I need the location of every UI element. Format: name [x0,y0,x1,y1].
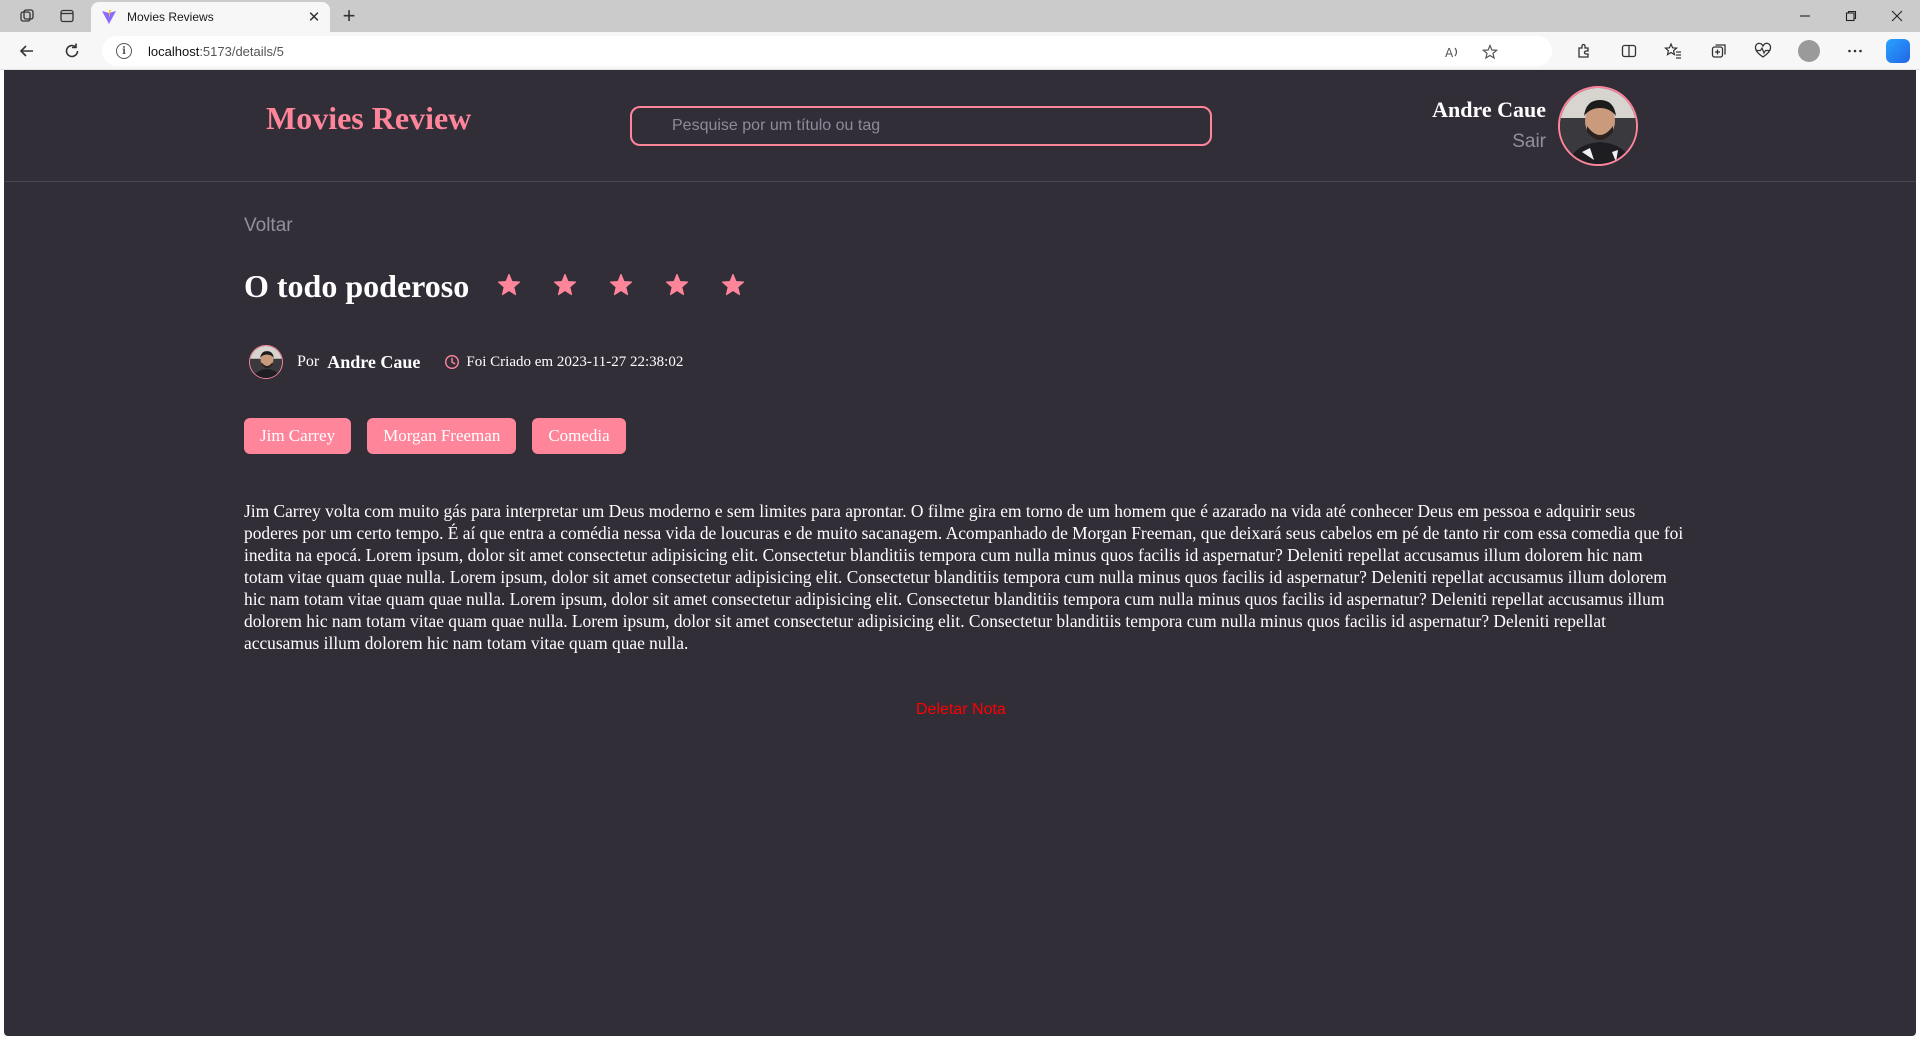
tag: Morgan Freeman [367,418,517,454]
workspaces-icon[interactable] [14,4,40,28]
star-icon [609,273,633,296]
by-label: Por [297,353,320,370]
browser-toolbar: i localhost:5173/details/5 A [0,32,1920,70]
avatar[interactable] [1558,86,1638,166]
browser-tab-active[interactable]: Movies Reviews ✕ [91,2,330,32]
copilot-icon[interactable] [1884,37,1912,65]
clock-icon [445,354,460,370]
url-path: :5173/details/5 [199,43,284,59]
star-rating [497,273,745,297]
back-link[interactable]: Voltar [244,215,293,237]
tag: Comedia [532,418,626,454]
split-screen-icon[interactable] [1615,37,1643,65]
profile-icon[interactable] [1795,37,1823,65]
restore-icon[interactable] [1828,0,1874,32]
tab-actions-icon[interactable] [54,4,80,28]
close-window-icon[interactable] [1874,0,1920,32]
vite-favicon-icon [102,10,116,24]
logout-button[interactable]: Sair [1512,131,1546,153]
refresh-icon[interactable] [58,37,86,65]
collections-icon[interactable] [1705,37,1733,65]
browser-essentials-icon[interactable] [1749,37,1777,65]
favorite-icon[interactable] [1480,42,1500,62]
delete-note-button[interactable]: Deletar Nota [916,701,1006,719]
tag-list: Jim Carrey Morgan Freeman Comedia [244,418,626,454]
brand-logo[interactable]: Movies Review [266,100,471,137]
tab-title: Movies Reviews [127,10,214,24]
page-viewport: Movies Review Andre Caue Sair Voltar O t… [4,70,1916,1036]
extensions-icon[interactable] [1570,37,1598,65]
star-icon [721,273,745,296]
tag: Jim Carrey [244,418,352,454]
star-icon [665,273,689,296]
url-host: localhost [148,43,200,59]
browser-tab-bar: Movies Reviews ✕ + [0,0,1920,32]
app-header: Movies Review Andre Caue Sair [4,70,1916,182]
created-date: Foi Criado em 2023-11-27 22:38:02 [466,353,684,370]
page-title: O todo poderoso [244,268,470,304]
address-bar[interactable]: i localhost:5173/details/5 A [102,36,1552,66]
svg-text:A: A [1445,46,1454,60]
info-icon[interactable]: i [116,43,132,59]
profile-name: Andre Caue [1432,97,1546,122]
note-description: Jim Carrey volta com muito gás para inte… [244,501,1684,653]
star-icon [553,273,577,296]
author-avatar [249,345,283,379]
star-icon [497,273,521,296]
tab-close-icon[interactable]: ✕ [306,8,322,26]
new-tab-icon[interactable]: + [336,3,362,29]
favorites-icon[interactable] [1659,37,1687,65]
more-icon[interactable] [1841,37,1869,65]
author-name: Andre Caue [327,351,421,372]
search-input[interactable] [630,106,1212,146]
back-icon[interactable] [13,37,41,65]
minimize-icon[interactable] [1782,0,1828,32]
note-meta: Por Andre Caue Foi Criado em 2023-11-27 … [249,345,683,379]
read-aloud-icon[interactable]: A [1442,42,1462,62]
